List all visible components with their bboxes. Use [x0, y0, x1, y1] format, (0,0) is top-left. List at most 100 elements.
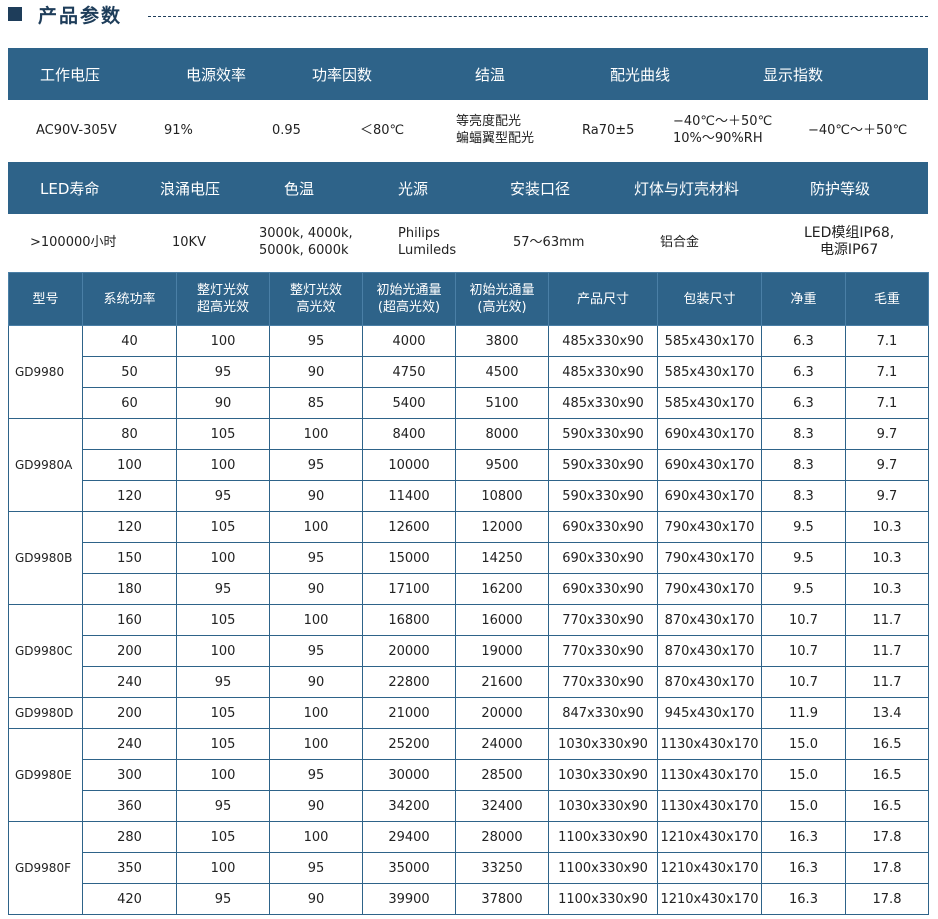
table-cell: 770x330x90 — [548, 666, 658, 698]
table-cell: 690x430x170 — [657, 449, 762, 481]
table-cell: 100 — [269, 728, 363, 760]
table-cell: 95 — [269, 449, 363, 481]
table-cell: 690x330x90 — [548, 511, 658, 543]
header-line: 超高光效 — [196, 300, 249, 315]
table-cell: 9.5 — [761, 542, 846, 574]
table-cell: 16.3 — [761, 821, 846, 853]
header-system-power: 系统功率 — [82, 272, 177, 326]
summary1-value: ＜80℃ — [360, 122, 405, 138]
summary1-header-cell: 配光曲线 — [610, 65, 671, 84]
model-cell: GD9980 — [8, 325, 83, 419]
table-cell: 40 — [82, 325, 177, 357]
table-cell: 90 — [269, 356, 363, 388]
table-cell: 1130x430x170 — [657, 759, 762, 791]
table-cell: 790x430x170 — [657, 511, 762, 543]
table-cell: 7.1 — [845, 325, 929, 357]
table-cell: 17.8 — [845, 883, 929, 915]
table-cell: 15.0 — [761, 728, 846, 760]
summary1-header-cell: 工作电压 — [40, 65, 101, 84]
table-cell: 8000 — [455, 418, 549, 450]
table-row: 300 100 95 30000 28500 1030x330x90 1130x430x17… — [9, 759, 929, 791]
table-cell: 90 — [269, 480, 363, 512]
table-cell: 1130x430x170 — [657, 728, 762, 760]
summary1-header-cell: 显示指数 — [763, 65, 824, 84]
table-cell: 5100 — [455, 387, 549, 419]
table-cell: 21600 — [455, 666, 549, 698]
summary2-value: Lumileds — [398, 243, 457, 258]
table-cell: 105 — [176, 728, 270, 760]
table-cell: 770x330x90 — [548, 635, 658, 667]
table-cell: 1130x430x170 — [657, 790, 762, 822]
table-cell: 80 — [82, 418, 177, 450]
table-cell: 1100x330x90 — [548, 852, 658, 884]
table-cell: 19000 — [455, 635, 549, 667]
table-cell: 95 — [269, 759, 363, 791]
table-cell: 95 — [176, 883, 270, 915]
table-cell: 16.5 — [845, 728, 929, 760]
table-cell: 180 — [82, 573, 177, 605]
table-cell: 8.3 — [761, 418, 846, 450]
table-cell: 9.5 — [761, 573, 846, 605]
table-cell: 16.3 — [761, 883, 846, 915]
summary2-value: Philips — [398, 226, 440, 241]
table-cell: 4750 — [362, 356, 456, 388]
table-cell: 7.1 — [845, 356, 929, 388]
table-cell: 12000 — [455, 511, 549, 543]
table-cell: 17.8 — [845, 852, 929, 884]
model-cell: GD9980F — [8, 821, 83, 915]
table-cell: 95 — [269, 325, 363, 357]
table-row: 150 100 95 15000 14250 690x330x90 790x430x170 9… — [9, 542, 929, 574]
table-cell: 690x330x90 — [548, 573, 658, 605]
table-cell: 11.7 — [845, 635, 929, 667]
table-cell: 1210x430x170 — [657, 821, 762, 853]
table-cell: 100 — [269, 604, 363, 636]
summary1-env-range: −40℃～＋50℃ 10%～90%RH — [673, 100, 772, 160]
table-cell: 9.7 — [845, 449, 929, 481]
summary1-value: −40℃～＋50℃ — [673, 114, 773, 129]
summary1-value: 等亮度配光 — [456, 114, 522, 129]
table-cell: 28500 — [455, 759, 549, 791]
table-cell: 95 — [176, 790, 270, 822]
table-cell: 585x430x170 — [657, 325, 762, 357]
table-cell: 6.3 — [761, 356, 846, 388]
summary2-value: >100000小时 — [30, 234, 117, 250]
table-cell: 33250 — [455, 852, 549, 884]
table-cell: 22800 — [362, 666, 456, 698]
header-product-size: 产品尺寸 — [548, 272, 658, 326]
table-row: 180 95 90 17100 16200 690x330x90 790x430x170 9.… — [9, 573, 929, 605]
table-cell: 100 — [176, 852, 270, 884]
table-cell: 24000 — [455, 728, 549, 760]
header-efficacy-ultra: 整灯光效 超高光效 — [176, 272, 270, 326]
section-title: 产品参数 — [38, 5, 123, 27]
table-cell: 10.7 — [761, 666, 846, 698]
table-cell: 95 — [176, 666, 270, 698]
table-cell: 590x330x90 — [548, 480, 658, 512]
table-cell: 9.5 — [761, 511, 846, 543]
summary2-value: LED模组IP68, — [804, 225, 895, 241]
table-cell: 11.9 — [761, 697, 846, 729]
table-cell: 105 — [176, 697, 270, 729]
summary2-cct: 3000k, 4000k, 5000k, 6000k — [259, 214, 353, 270]
table-cell: 485x330x90 — [548, 387, 658, 419]
table-cell: 11.7 — [845, 666, 929, 698]
table-cell: 105 — [176, 821, 270, 853]
spec-table-body: GD9980 40 100 95 4000 3800 485x330x90 585x430x1… — [8, 325, 929, 915]
table-cell: 90 — [269, 666, 363, 698]
table-cell: 100 — [176, 449, 270, 481]
table-cell: 590x330x90 — [548, 449, 658, 481]
table-cell: 240 — [82, 666, 177, 698]
table-cell: 85 — [269, 387, 363, 419]
header-gross-weight: 毛重 — [845, 272, 929, 326]
title-divider — [148, 16, 928, 17]
table-cell: 120 — [82, 511, 177, 543]
table-cell: 95 — [176, 356, 270, 388]
table-row: GD9980C 160 105 100 16800 16000 770x330x90 870x… — [8, 604, 929, 698]
summary1-value: 蝙蝠翼型配光 — [456, 131, 535, 146]
table-cell: 9.7 — [845, 480, 929, 512]
table-cell: 15000 — [362, 542, 456, 574]
table-row: 240 95 90 22800 21600 770x330x90 870x430x170 10… — [9, 666, 929, 698]
table-cell: 4000 — [362, 325, 456, 357]
table-cell: 17.8 — [845, 821, 929, 853]
table-cell: 95 — [269, 542, 363, 574]
summary2-header-cell: 色温 — [284, 179, 315, 198]
